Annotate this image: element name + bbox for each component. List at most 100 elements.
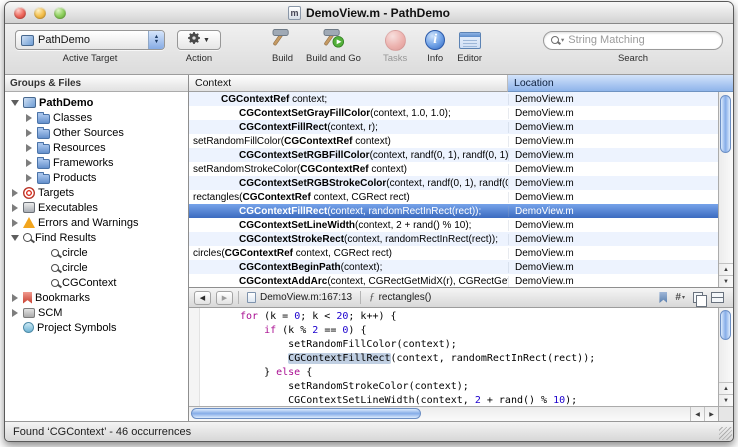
back-button[interactable]: ◀ bbox=[194, 291, 211, 305]
scroll-right-icon: ▶ bbox=[709, 411, 714, 418]
search-field[interactable]: ▾ bbox=[543, 31, 723, 50]
editor-scroll-down-button[interactable]: ▼ bbox=[719, 394, 733, 406]
results-scroll-thumb[interactable] bbox=[720, 95, 731, 153]
sidebar-item-find-results[interactable]: Find Results bbox=[5, 230, 188, 245]
minimize-button[interactable] bbox=[34, 7, 46, 19]
scroll-right-button[interactable]: ▶ bbox=[704, 407, 718, 421]
result-row[interactable]: CGContextBeginPath(context);DemoView.m bbox=[189, 260, 718, 274]
disclosure-closed-icon[interactable] bbox=[24, 174, 34, 182]
disclosure-closed-icon[interactable] bbox=[10, 204, 20, 212]
result-row[interactable]: CGContextSetGrayFillColor(context, 1.0, … bbox=[189, 106, 718, 120]
sidebar-item-executables[interactable]: Executables bbox=[5, 200, 188, 215]
bookmarks-menu-icon[interactable] bbox=[659, 292, 667, 303]
result-row[interactable]: CGContextAddArc(context, CGRectGetMidX(r… bbox=[189, 274, 718, 287]
result-row[interactable]: circles(CGContextRef context, CGRect rec… bbox=[189, 246, 718, 260]
disclosure-closed-icon[interactable] bbox=[10, 294, 20, 302]
result-row[interactable]: CGContextSetLineWidth(context, 2 + rand(… bbox=[189, 218, 718, 232]
scrollbar-corner bbox=[718, 407, 733, 421]
sidebar-item-resources[interactable]: Resources bbox=[5, 140, 188, 155]
result-row[interactable]: CGContextSetRGBFillColor(context, randf(… bbox=[189, 148, 718, 162]
build-group: Build bbox=[271, 28, 294, 64]
editor-toggle-icon[interactable] bbox=[459, 32, 481, 49]
result-row[interactable]: CGContextSetRGBStrokeColor(context, rand… bbox=[189, 176, 718, 190]
scroll-down-button[interactable]: ▼ bbox=[719, 275, 733, 287]
scroll-up-button[interactable]: ▲ bbox=[719, 263, 733, 275]
counterpart-icon[interactable] bbox=[693, 292, 703, 303]
code-token: (context, randomRectInRect(rect)); bbox=[391, 353, 596, 364]
title-bar[interactable]: m DemoView.m - PathDemo bbox=[5, 2, 733, 24]
scroll-left-button[interactable]: ◀ bbox=[690, 407, 704, 421]
result-row[interactable]: setRandomStrokeColor(CGContextRef contex… bbox=[189, 162, 718, 176]
results-scrollbar[interactable]: ▲ ▼ bbox=[718, 92, 733, 287]
editor-hscroll-thumb[interactable] bbox=[191, 408, 421, 419]
disclosure-closed-icon[interactable] bbox=[24, 129, 34, 137]
window-title: DemoView.m - PathDemo bbox=[306, 6, 450, 20]
build-and-go-button[interactable] bbox=[322, 27, 345, 53]
function-icon: ƒ bbox=[369, 292, 375, 303]
close-button[interactable] bbox=[14, 7, 26, 19]
result-row[interactable]: setRandomFillColor(CGContextRef context)… bbox=[189, 134, 718, 148]
resize-grip[interactable] bbox=[719, 427, 732, 440]
code-token: ) { bbox=[348, 325, 366, 336]
sidebar-item-frameworks[interactable]: Frameworks bbox=[5, 155, 188, 170]
results-scroll-track[interactable] bbox=[719, 92, 733, 263]
disclosure-closed-icon[interactable] bbox=[10, 219, 20, 227]
editor-scroll-up-button[interactable]: ▲ bbox=[719, 382, 733, 394]
file-history-popup[interactable]: DemoView.m:167:13 bbox=[244, 292, 355, 303]
result-context-cell: CGContextBeginPath(context); bbox=[189, 262, 508, 273]
disclosure-open-icon[interactable] bbox=[10, 235, 20, 241]
result-context-cell: setRandomStrokeColor(CGContextRef contex… bbox=[189, 164, 508, 175]
disclosure-open-icon[interactable] bbox=[10, 100, 20, 106]
editor-code[interactable]: for (k = 0; k < 20; k++) { if (k % 2 == … bbox=[200, 308, 718, 406]
code-token: CGContextSetLineWidth(context, bbox=[240, 395, 475, 406]
sidebar-item-cgcontext[interactable]: CGContext bbox=[5, 275, 188, 290]
editor-hscroll-track[interactable] bbox=[189, 407, 690, 421]
document-proxy-icon[interactable]: m bbox=[288, 6, 301, 20]
disclosure-closed-icon[interactable] bbox=[10, 189, 20, 197]
groups-and-files-header[interactable]: Groups & Files bbox=[5, 75, 188, 92]
build-button[interactable] bbox=[271, 27, 294, 53]
sidebar-tree[interactable]: PathDemoClassesOther SourcesResourcesFra… bbox=[5, 92, 188, 421]
sidebar-item-classes[interactable]: Classes bbox=[5, 110, 188, 125]
sidebar-item-scm[interactable]: SCM bbox=[5, 305, 188, 320]
sidebar-item-products[interactable]: Products bbox=[5, 170, 188, 185]
search-group: ▾ Search bbox=[543, 28, 723, 64]
forward-button[interactable]: ▶ bbox=[216, 291, 233, 305]
zoom-button[interactable] bbox=[54, 7, 66, 19]
editor-horizontal-scrollbar[interactable]: ◀ ▶ bbox=[189, 406, 733, 421]
build-and-go-label: Build and Go bbox=[306, 53, 361, 64]
sidebar-item-targets[interactable]: Targets bbox=[5, 185, 188, 200]
breakpoints-menu-button[interactable]: #▾ bbox=[675, 292, 685, 303]
disclosure-closed-icon[interactable] bbox=[10, 309, 20, 317]
result-row[interactable]: CGContextFillRect(context, r);DemoView.m bbox=[189, 120, 718, 134]
split-editor-icon[interactable] bbox=[711, 292, 724, 303]
sidebar-item-project-symbols[interactable]: Project Symbols bbox=[5, 320, 188, 335]
search-input[interactable] bbox=[568, 34, 715, 46]
sidebar-item-errors-and-warnings[interactable]: Errors and Warnings bbox=[5, 215, 188, 230]
result-row[interactable]: rectangles(CGContextRef context, CGRect … bbox=[189, 190, 718, 204]
sidebar-item-circle[interactable]: circle bbox=[5, 245, 188, 260]
action-button[interactable]: ▼ bbox=[177, 30, 221, 50]
breakpoint-gutter[interactable] bbox=[189, 308, 200, 406]
result-row[interactable]: CGContextFillRect(context, randomRectInR… bbox=[189, 204, 718, 218]
sidebar-item-other-sources[interactable]: Other Sources bbox=[5, 125, 188, 140]
warning-icon bbox=[23, 217, 35, 228]
editor-scroll-thumb[interactable] bbox=[720, 310, 731, 340]
info-icon[interactable]: i bbox=[425, 30, 445, 50]
editor-scroll-track[interactable] bbox=[719, 308, 733, 382]
sidebar-item-bookmarks[interactable]: Bookmarks bbox=[5, 290, 188, 305]
disclosure-closed-icon[interactable] bbox=[24, 144, 34, 152]
sidebar-item-circle[interactable]: circle bbox=[5, 260, 188, 275]
editor-scrollbar[interactable]: ▲ ▼ bbox=[718, 308, 733, 406]
breakpoints-caret-icon: ▾ bbox=[682, 294, 685, 301]
function-popup[interactable]: ƒ rectangles() bbox=[366, 292, 434, 303]
result-row[interactable]: CGContextStrokeRect(context, randomRectI… bbox=[189, 232, 718, 246]
result-row[interactable]: CGContextRef context;DemoView.m bbox=[189, 92, 718, 106]
disclosure-closed-icon[interactable] bbox=[24, 114, 34, 122]
sidebar-item-pathdemo[interactable]: PathDemo bbox=[5, 95, 188, 110]
location-column-header[interactable]: Location bbox=[508, 75, 733, 92]
active-target-popup[interactable]: PathDemo ▲▼ bbox=[15, 30, 165, 50]
context-column-header[interactable]: Context bbox=[189, 75, 508, 92]
results-rows[interactable]: CGContextRef context;DemoView.mCGContext… bbox=[189, 92, 718, 287]
disclosure-closed-icon[interactable] bbox=[24, 159, 34, 167]
